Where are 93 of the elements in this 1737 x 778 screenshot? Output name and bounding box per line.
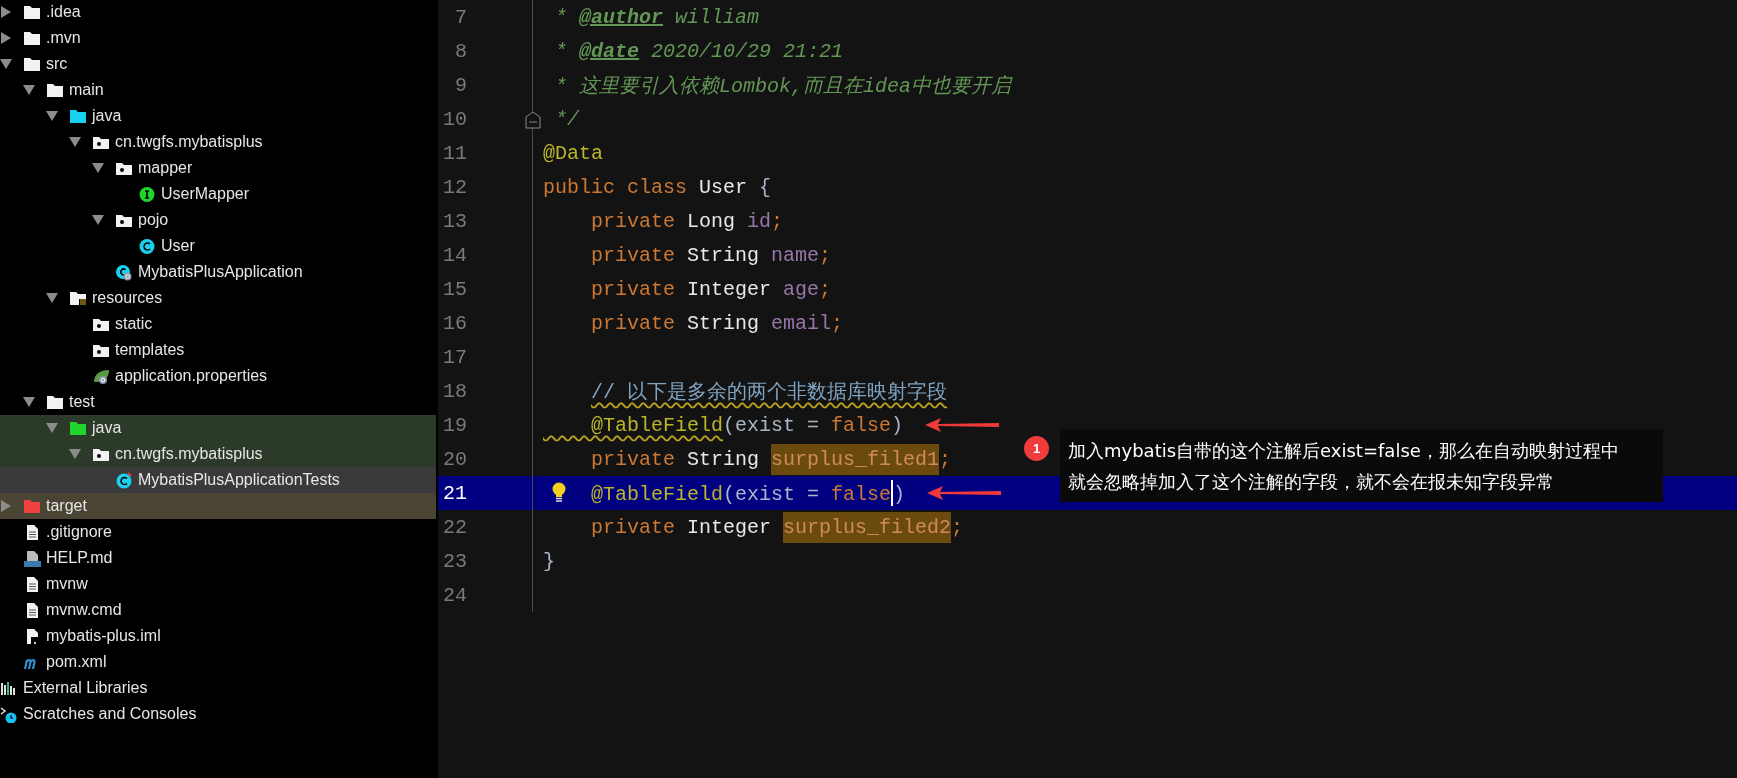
code-line: @Data [542,141,603,165]
line-number: 23 [442,549,468,573]
code-line: // 以下是多余的两个非数据库映射字段 [590,379,948,405]
line-number: 18 [442,379,468,403]
folder-icon [23,29,41,47]
code-line: @TableField(exist = false) [590,413,904,437]
line-number: 17 [442,345,468,369]
tree-item[interactable]: java [0,415,436,441]
folder-icon [23,55,41,73]
code-line: * @author william [554,5,760,29]
folder-icon [69,107,87,125]
tree-item[interactable]: pojo [0,207,436,233]
code-line: private Long id; [590,209,784,233]
code-line: @TableField(exist = false) [533,480,906,506]
tree-item[interactable]: UserMapper [0,181,436,207]
collapse-arrow-icon[interactable] [46,422,58,434]
tree-item[interactable]: .gitignore [0,519,436,545]
collapse-arrow-icon[interactable] [92,162,104,174]
line-number: 24 [442,583,468,607]
collapse-arrow-icon[interactable] [23,396,35,408]
code-line: * 这里要引入依赖Lombok,而且在idea中也要开启 [554,73,1012,99]
collapse-arrow-icon[interactable] [92,214,104,226]
collapse-arrow-icon[interactable] [46,292,58,304]
bars-icon [0,679,18,697]
class-icon [138,237,156,255]
folder-icon [23,3,41,21]
code-line: private String name; [590,243,832,267]
collapse-arrow-icon[interactable] [69,136,81,148]
tree-item[interactable]: main [0,77,436,103]
tree-item[interactable]: mvnw [0,571,436,597]
line-number: 16 [442,311,468,335]
code-line: public class User { [542,175,772,199]
folder-icon [23,497,41,515]
class-icon [115,471,133,489]
callout-text: 加入mybatis自带的这个注解后exist=false，那么在自动映射过程中 [1068,439,1620,463]
tree-item[interactable]: MybatisPlusApplication [0,259,436,285]
lightbulb-icon[interactable] [551,482,567,504]
line-number: 15 [442,277,468,301]
tree-item[interactable]: application.properties [0,363,436,389]
expand-arrow-icon[interactable] [0,6,12,18]
tree-item[interactable]: .idea [0,0,436,25]
callout-text: 就会忽略掉加入了这个注解的字段，就不会在报未知字段异常 [1068,470,1555,494]
tree-item[interactable]: mapper [0,155,436,181]
expand-arrow-icon[interactable] [0,32,12,44]
line-number: 13 [442,209,468,233]
folder-icon [46,393,64,411]
line-number: 20 [442,447,468,471]
tree-item[interactable]: pom.xml [0,649,436,675]
expand-arrow-icon[interactable] [0,500,12,512]
tree-item[interactable]: cn.twgfs.mybatisplus [0,129,436,155]
tree-item[interactable]: mybatis-plus.iml [0,623,436,649]
fold-icon[interactable] [525,111,541,129]
collapse-arrow-icon[interactable] [69,448,81,460]
tree-item[interactable]: .mvn [0,25,436,51]
tree-item[interactable]: mvnw.cmd [0,597,436,623]
interface-icon [138,185,156,203]
tree-item[interactable]: static [0,311,436,337]
resource-folder-icon [69,289,87,307]
tree-item[interactable]: target [0,493,436,519]
tree-item[interactable]: Scratches and Consoles [0,701,436,727]
tree-item[interactable]: src [0,51,436,77]
collapse-arrow-icon[interactable] [46,110,58,122]
tree-item[interactable]: test [0,389,436,415]
code-line: } [542,549,555,573]
line-number: 10 [442,107,468,131]
line-number: 12 [442,175,468,199]
tree-item[interactable]: java [0,103,436,129]
tree-item[interactable]: HELP.md [0,545,436,571]
line-number: 14 [442,243,468,267]
collapse-arrow-icon[interactable] [23,84,35,96]
tree-item[interactable]: MybatisPlusApplicationTests [0,467,436,493]
tree-item[interactable]: User [0,233,436,259]
code-line: * @date 2020/10/29 21:21 [554,39,844,63]
tree-item[interactable]: templates [0,337,436,363]
folder-icon [46,81,64,99]
leaf-icon [92,367,110,385]
line-number: 8 [454,39,468,63]
line-number: 7 [454,5,468,29]
code-line: */ [554,107,579,131]
code-line: private String email; [590,311,844,335]
line-number: 22 [442,515,468,539]
markdown-file-icon [23,549,41,567]
line-number: 19 [442,413,468,437]
tree-item[interactable]: cn.twgfs.mybatisplus [0,441,436,467]
class-icon [115,263,133,281]
code-line: private Integer age; [590,277,832,301]
line-number: 21 [442,481,468,505]
tree-item[interactable]: resources [0,285,436,311]
line-number: 9 [454,73,468,97]
tree-item[interactable]: External Libraries [0,675,436,701]
line-number: 11 [442,141,468,165]
folder-icon [69,419,87,437]
collapse-arrow-icon[interactable] [0,58,12,70]
